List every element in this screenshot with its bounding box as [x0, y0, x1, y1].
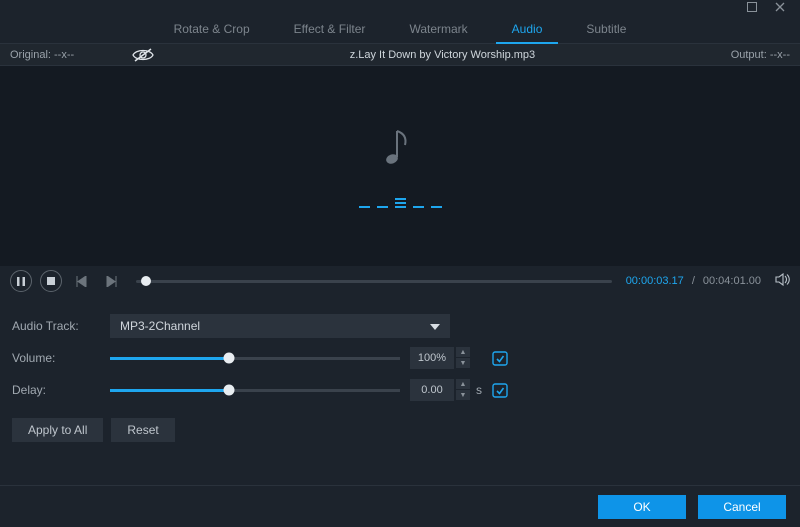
time-current: 00:00:03.17 [626, 275, 684, 287]
time-separator: / [692, 275, 695, 287]
dialog-footer: OK Cancel [0, 485, 800, 527]
delay-fill [110, 389, 229, 392]
volume-value-input[interactable]: 100% [410, 347, 454, 369]
preview-visibility-icon[interactable] [132, 48, 154, 62]
editor-tabs: Rotate & Crop Effect & Filter Watermark … [0, 14, 800, 44]
delay-slider[interactable] [110, 389, 400, 392]
delay-label: Delay: [12, 383, 110, 397]
chevron-down-icon [430, 319, 440, 333]
volume-step-down[interactable]: ▼ [456, 358, 470, 368]
volume-fill [110, 357, 229, 360]
delay-step-down[interactable]: ▼ [456, 390, 470, 400]
reset-button[interactable]: Reset [111, 418, 174, 442]
pause-button[interactable] [10, 270, 32, 292]
previous-button[interactable] [70, 270, 92, 292]
tab-rotate-crop[interactable]: Rotate & Crop [152, 14, 272, 43]
cancel-button[interactable]: Cancel [698, 495, 786, 519]
maximize-button[interactable] [738, 0, 766, 14]
volume-step-up[interactable]: ▲ [456, 347, 470, 357]
delay-knob[interactable] [223, 385, 234, 396]
close-button[interactable] [766, 0, 794, 14]
volume-slider[interactable] [110, 357, 400, 360]
seek-slider[interactable] [136, 280, 612, 283]
delay-unit-label: s [476, 383, 482, 397]
current-filename: z.Lay It Down by Victory Worship.mp3 [154, 49, 731, 61]
audio-settings-form: Audio Track: MP3-2Channel Volume: 100% ▲… [0, 296, 800, 446]
volume-stepper[interactable]: ▲ ▼ [456, 347, 470, 369]
stop-button[interactable] [40, 270, 62, 292]
audio-track-label: Audio Track: [12, 319, 110, 333]
info-row: Original: --x-- z.Lay It Down by Victory… [0, 44, 800, 66]
tab-effect-filter[interactable]: Effect & Filter [272, 14, 388, 43]
delay-step-up[interactable]: ▲ [456, 379, 470, 389]
time-total: 00:04:01.00 [703, 275, 761, 287]
equalizer-animation [359, 190, 442, 208]
apply-to-all-button[interactable]: Apply to All [12, 418, 103, 442]
seek-knob[interactable] [141, 276, 151, 286]
volume-label: Volume: [12, 351, 110, 365]
next-button[interactable] [100, 270, 122, 292]
preview-area [0, 66, 800, 266]
tab-audio[interactable]: Audio [490, 14, 565, 43]
delay-value-input[interactable]: 0.00 [410, 379, 454, 401]
audio-track-value: MP3-2Channel [120, 319, 200, 333]
audio-track-select[interactable]: MP3-2Channel [110, 314, 450, 338]
tab-subtitle[interactable]: Subtitle [564, 14, 648, 43]
volume-knob[interactable] [223, 353, 234, 364]
volume-reset-icon[interactable] [492, 351, 508, 366]
delay-reset-icon[interactable] [492, 383, 508, 398]
delay-stepper[interactable]: ▲ ▼ [456, 379, 470, 401]
playback-bar: 00:00:03.17 / 00:04:01.00 [0, 266, 800, 296]
speaker-icon[interactable] [775, 273, 790, 289]
music-note-icon [383, 125, 417, 172]
original-size-label: Original: --x-- [10, 49, 74, 61]
ok-button[interactable]: OK [598, 495, 686, 519]
output-size-label: Output: --x-- [731, 49, 790, 61]
tab-watermark[interactable]: Watermark [387, 14, 489, 43]
